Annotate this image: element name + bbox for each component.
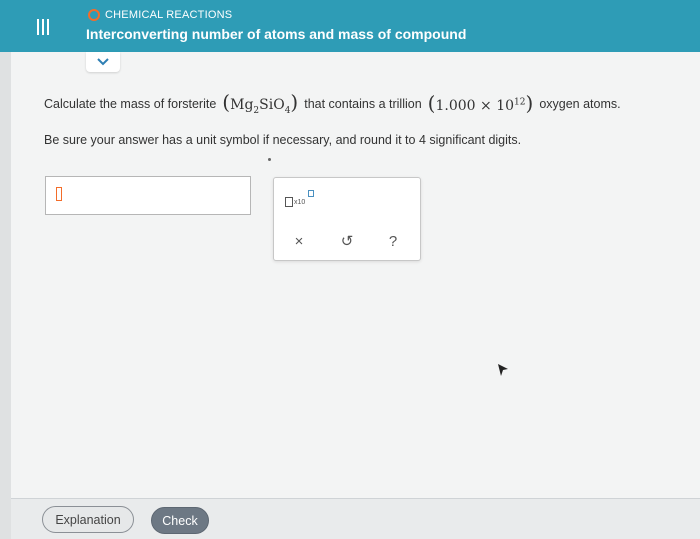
exponent-box-icon	[308, 190, 314, 197]
help-icon: ?	[388, 232, 398, 250]
help-button[interactable]: ?	[381, 230, 405, 252]
mouse-pointer-icon	[498, 364, 508, 376]
x10-label: x10	[294, 199, 306, 206]
question-lead: Calculate the mass of forsterite	[44, 96, 217, 111]
undo-button[interactable]: ↺	[335, 230, 359, 252]
page-title: Interconverting number of atoms and mass…	[86, 26, 467, 42]
answer-input[interactable]	[45, 176, 251, 215]
left-strip	[0, 0, 11, 539]
clear-button[interactable]: ×	[287, 230, 311, 252]
content-area	[11, 0, 700, 539]
base-box-icon	[285, 197, 293, 207]
x10-exponent-button[interactable]: x10	[285, 190, 315, 210]
collapse-toggle[interactable]	[86, 52, 120, 72]
chevron-down-icon	[97, 58, 109, 66]
quantity: (1.000 × 1012)	[427, 91, 534, 116]
close-icon: ×	[294, 232, 304, 250]
header-bar: CHEMICAL REACTIONS Interconverting numbe…	[0, 0, 700, 52]
undo-icon: ↺	[340, 233, 354, 250]
topic-status-icon	[88, 9, 100, 21]
topic-row: CHEMICAL REACTIONS	[88, 9, 232, 21]
formula: (Mg2SiO4)	[222, 90, 299, 116]
check-button[interactable]: Check	[151, 507, 209, 534]
tool-panel: x10 × ↺ ?	[273, 177, 421, 261]
question-mid: that contains a trillion	[304, 96, 422, 111]
menu-button[interactable]	[25, 12, 61, 42]
instruction-text: Be sure your answer has a unit symbol if…	[44, 133, 522, 147]
question-text: Calculate the mass of forsterite (Mg2SiO…	[44, 92, 621, 116]
input-cursor	[56, 187, 62, 201]
dot-marker	[268, 158, 271, 161]
explanation-button[interactable]: Explanation	[42, 506, 134, 533]
hamburger-icon	[37, 19, 49, 35]
topic-label: CHEMICAL REACTIONS	[105, 9, 233, 21]
question-tail: oxygen atoms.	[539, 96, 621, 111]
